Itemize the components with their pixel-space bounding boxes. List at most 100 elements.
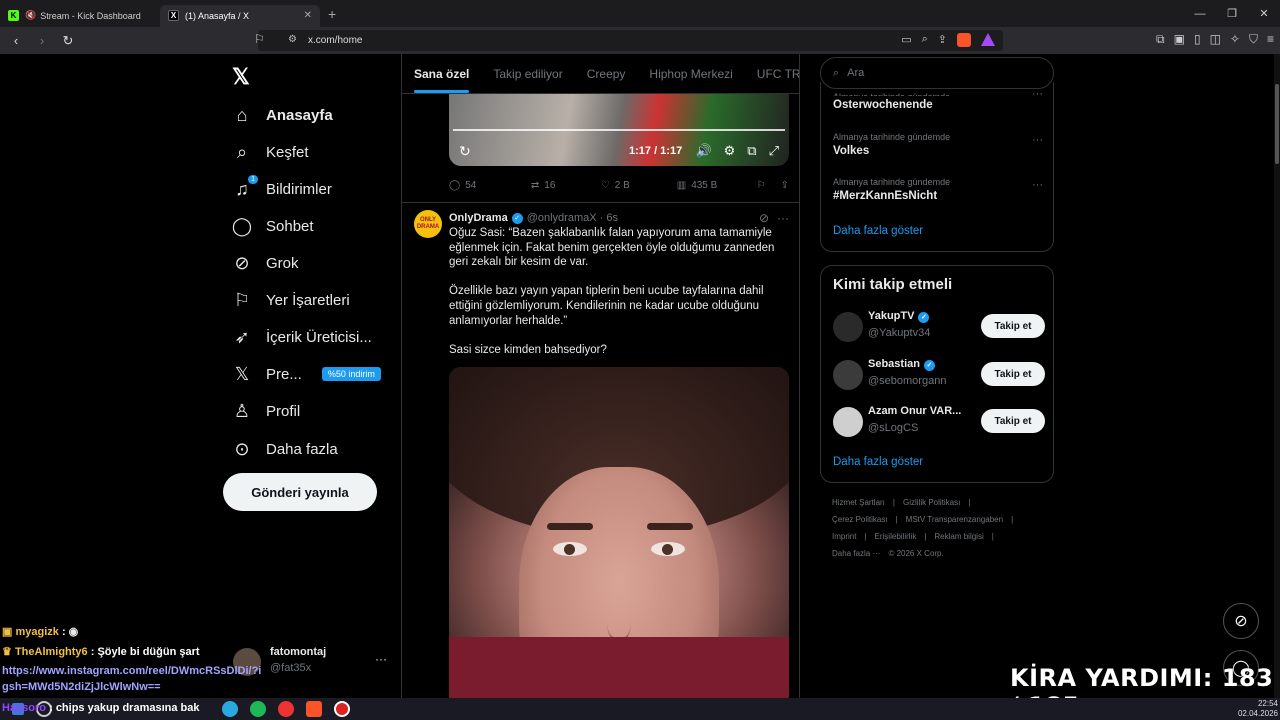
share-button[interactable]: ⇪ [781,180,789,191]
trend-context: Almanya tarihinde gündemde [833,92,1043,96]
shield-icon[interactable]: ⛉ [1249,32,1258,47]
footer-link[interactable]: Daha fazla ··· [832,549,880,558]
more-options-icon[interactable]: ··· [777,211,789,225]
forward-button[interactable]: › [32,33,52,48]
post-button[interactable]: Gönderi yayınla [223,473,377,511]
bookmark-page-icon[interactable]: ⚐ [254,32,265,46]
footer-link[interactable]: Erişilebilirlik [875,532,917,541]
footer-link[interactable]: Imprint [832,532,856,541]
search-input[interactable]: ⌕ Ara [820,57,1054,89]
fullscreen-icon[interactable]: ⤢ [769,143,779,159]
sidebar-item-explore[interactable]: ⌕ Keşfet [230,135,309,169]
who-to-follow-show-more-link[interactable]: Daha fazla göster [833,456,923,468]
tab-for-you[interactable]: Sana özel [414,55,470,93]
tweet-author-handle[interactable]: @onlydramaX · 6s [527,212,618,224]
follow-button[interactable]: Takip et [981,409,1045,433]
trend-name: Volkes [833,145,870,157]
scrollbar-thumb[interactable] [1275,84,1279,164]
sidebar-item-home[interactable]: ⌂ Anasayfa [230,98,333,132]
footer-link[interactable]: Gizlilik Politikası [903,498,960,507]
tab-ufc-tr[interactable]: UFC TR [757,55,799,93]
avatar[interactable] [833,312,863,342]
volume-icon[interactable]: 🔊 [695,143,711,159]
sidebar-item-notifications[interactable]: ♫ 1 Bildirimler [230,172,332,206]
views-button[interactable]: ▥ 435 B [677,180,757,191]
sidebar-item-creator[interactable]: ➶ İçerik Üreticisi... [230,320,371,354]
brave-rewards-icon[interactable] [981,33,995,46]
trends-show-more-link[interactable]: Daha fazla göster [833,225,923,237]
cast-icon[interactable]: ▭ [901,33,911,47]
tab-hiphop-merkezi[interactable]: Hiphop Merkezi [649,55,732,93]
avatar[interactable] [833,407,863,437]
sidebar-item-bookmarks[interactable]: ⚐ Yer İşaretleri [230,283,350,317]
wallet-icon[interactable]: ▣ [1174,32,1185,47]
pip-icon[interactable]: ⧉ [747,143,756,159]
tweet-image[interactable] [449,367,789,700]
follow-suggestion[interactable]: Sebastian ✓ @sebomorgann Takip et [833,356,1045,396]
address-bar[interactable]: ⚐ ⚙ x.com/home ▭ ⌕ ⇪ [254,30,1003,51]
follow-button[interactable]: Takip et [981,362,1045,386]
maximize-button[interactable]: ❐ [1216,7,1248,20]
tweet-author-name[interactable]: OnlyDrama [449,212,508,224]
chat-link[interactable]: https://www.instagram.com/reel/DWmcRSsDl… [2,663,267,695]
menu-icon[interactable]: ≡ [1267,32,1274,47]
new-tab-button[interactable]: + [328,6,336,22]
trend-item[interactable]: Almanya tarihinde gündemde #MerzKannEsNi… [833,177,1043,202]
replay-icon[interactable]: ↻ [459,143,471,160]
follow-suggestion[interactable]: YakupTV ✓ @Yakuptv34 Takip et [833,308,1045,348]
sidebar-item-chat[interactable]: ◯ Sohbet [230,209,314,243]
footer-link[interactable]: Hizmet Şartları [832,498,885,507]
minimize-button[interactable]: — [1184,8,1216,20]
grok-icon[interactable]: ⊘ [759,211,769,225]
video-player[interactable]: ↻ 1:17 / 1:17 🔊 ⚙ ⧉ ⤢ [449,94,789,166]
spotify-icon[interactable] [250,701,266,717]
chrome-icon[interactable] [278,701,294,717]
more-options-icon[interactable]: ··· [1032,134,1043,146]
zoom-icon[interactable]: ⌕ [922,33,928,47]
reload-button[interactable]: ↻ [58,33,78,49]
more-options-icon[interactable]: ··· [1032,179,1043,191]
avatar[interactable] [833,360,863,390]
brave-icon[interactable] [306,701,322,717]
sidebar-toggle-icon[interactable]: ▯ [1194,32,1201,47]
sidebar-item-more[interactable]: ⊙ Daha fazla [230,432,337,466]
back-button[interactable]: ‹ [6,33,26,48]
leo-ai-icon[interactable]: ✧ [1230,32,1240,47]
avatar[interactable]: ONLY DRAMA [414,210,442,238]
sidebar-item-grok[interactable]: ⊘ Grok [230,246,298,280]
footer-link[interactable]: Çerez Politikası [832,515,888,524]
like-button[interactable]: ♡ 2 B [601,180,677,191]
footer-link[interactable]: MStV Transparenzangaben [906,515,1003,524]
trend-item[interactable]: Almanya tarihinde gündemde Osterwochenen… [833,88,1043,111]
muted-audio-icon[interactable]: 🔇 [25,10,36,21]
page-scrollbar[interactable] [1274,54,1280,700]
repost-button[interactable]: ⇄ 16 [531,180,601,191]
close-tab-icon[interactable]: ✕ [304,10,312,21]
obs-icon[interactable] [334,701,350,717]
grok-float-button[interactable]: ⊘ [1223,603,1259,639]
tab-creepy[interactable]: Creepy [587,55,626,93]
site-info-icon[interactable]: ⚙ [288,34,297,45]
vpn-icon[interactable]: ◫ [1210,32,1221,47]
more-options-icon[interactable]: ··· [1032,88,1043,100]
follow-suggestion[interactable]: Azam Onur VAR... @sLogCS Takip et [833,403,1045,443]
tab-following[interactable]: Takip ediliyor [493,55,562,93]
extensions-icon[interactable]: ⧉ [1156,32,1165,47]
trend-item[interactable]: Almanya tarihinde gündemde Volkes ··· [833,132,1043,157]
video-progress-bar[interactable] [453,129,785,131]
footer-link[interactable]: Reklam bilgisi [934,532,983,541]
x-logo-icon[interactable]: 𝕏 [232,64,250,90]
brave-shields-icon[interactable] [957,33,971,47]
bookmark-button[interactable]: ⚐ [757,180,781,191]
tab-x-home[interactable]: X (1) Anasayfa / X ✕ [160,4,320,27]
sidebar-item-profile[interactable]: ♙ Profil [230,394,300,428]
reply-button[interactable]: ◯ 54 [449,180,531,191]
settings-icon[interactable]: ⚙ [724,143,736,159]
more-options-icon[interactable]: ··· [375,652,387,666]
share-icon[interactable]: ⇪ [938,33,947,47]
close-window-button[interactable]: ✕ [1248,7,1280,20]
follow-button[interactable]: Takip et [981,314,1045,338]
sidebar-item-premium[interactable]: 𝕏 Pre... %50 indirim [230,357,381,391]
tab-kick-dashboard[interactable]: K 🔇 Stream - Kick Dashboard [0,5,160,27]
edge-icon[interactable] [222,701,238,717]
